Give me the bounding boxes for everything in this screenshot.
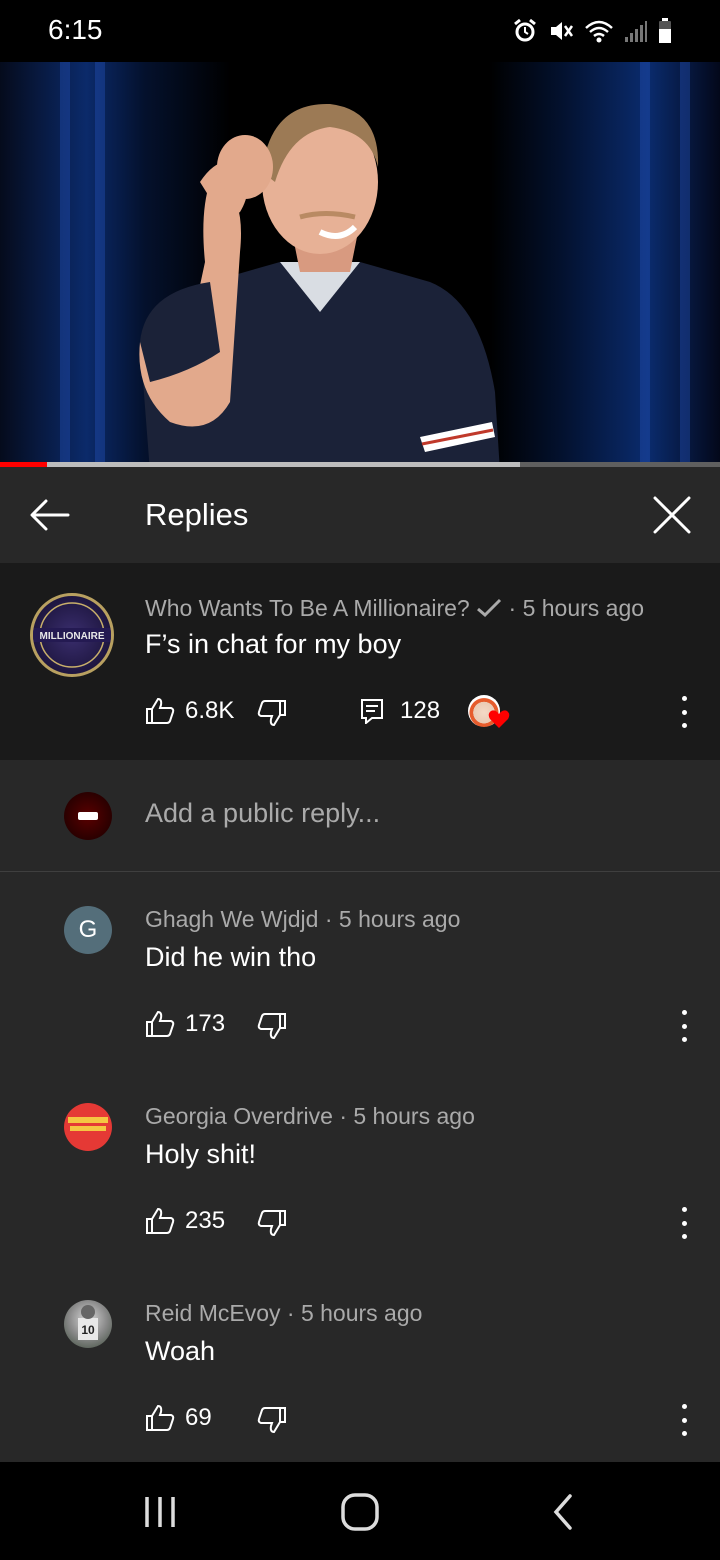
thumb-down-icon[interactable] xyxy=(257,1406,287,1434)
reply-input-row[interactable]: Add a public reply... xyxy=(0,760,720,872)
more-options-button[interactable] xyxy=(676,696,692,728)
reply-item: Georgia Overdrive · 5 hours ago Holy shi… xyxy=(0,1069,720,1266)
like-button[interactable]: 235 xyxy=(145,1207,225,1235)
reply-input[interactable]: Add a public reply... xyxy=(145,798,380,829)
thumb-down-icon[interactable] xyxy=(257,1209,287,1237)
svg-text:10: 10 xyxy=(81,1323,95,1337)
more-options-button[interactable] xyxy=(676,1207,692,1239)
georgia-overdrive-logo-icon xyxy=(68,1117,108,1131)
comment-time: 5 hours ago xyxy=(522,595,645,621)
reply-time: 5 hours ago xyxy=(338,906,461,932)
recent-apps-icon[interactable] xyxy=(142,1494,178,1530)
home-icon[interactable] xyxy=(340,1492,380,1532)
reply-author[interactable]: Georgia Overdrive xyxy=(145,1103,333,1129)
reply-meta: Reid McEvoy · 5 hours ago xyxy=(145,1300,423,1326)
reply-author[interactable]: Ghagh We Wjdjd xyxy=(145,906,318,932)
battery-icon xyxy=(659,18,671,43)
like-count: 235 xyxy=(185,1207,226,1234)
replies-count-button[interactable]: 128 xyxy=(360,697,440,725)
like-count: 173 xyxy=(185,1010,226,1037)
thumb-up-icon xyxy=(146,697,175,724)
reply-item: G Ghagh We Wjdjd · 5 hours ago Did he wi… xyxy=(0,872,720,1069)
like-count: 6.8K xyxy=(185,697,235,724)
page-title: Replies xyxy=(145,497,249,532)
thumb-down-icon[interactable] xyxy=(257,1012,287,1040)
avatar[interactable]: MILLIONAIRE xyxy=(30,593,114,677)
more-options-button[interactable] xyxy=(676,1010,692,1042)
thumb-up-icon xyxy=(146,1404,175,1431)
avatar-letter: G xyxy=(78,916,98,943)
parent-comment: MILLIONAIRE Who Wants To Be A Millionair… xyxy=(0,563,720,760)
verified-check-icon xyxy=(477,598,502,618)
creator-heart xyxy=(468,695,512,731)
replies-count: 128 xyxy=(400,697,441,724)
avatar[interactable] xyxy=(64,1103,112,1151)
reply-text: Woah xyxy=(145,1336,216,1366)
navigation-bar xyxy=(0,1462,720,1560)
status-time: 6:15 xyxy=(48,14,103,45)
back-arrow-icon[interactable] xyxy=(28,495,72,535)
avatar[interactable]: G xyxy=(64,906,112,954)
user-avatar[interactable] xyxy=(64,792,112,840)
replies-panel: Replies MILLIONAIRE Who Wants To Be A Mi… xyxy=(0,467,720,1462)
reply-item: 10 Reid McEvoy · 5 hours ago Woah 69 xyxy=(0,1266,720,1463)
like-count: 69 xyxy=(185,1404,212,1431)
alarm-icon xyxy=(514,18,536,42)
reply-meta: Ghagh We Wjdjd · 5 hours ago xyxy=(145,906,461,932)
reply-time: 5 hours ago xyxy=(300,1300,423,1326)
avatar[interactable]: 10 xyxy=(64,1300,112,1348)
like-button[interactable]: 69 xyxy=(145,1404,212,1432)
heart-icon xyxy=(488,710,510,728)
avatar-logo-text: MILLIONAIRE xyxy=(40,631,105,642)
comment-icon xyxy=(361,699,383,724)
reply-text: Did he win tho xyxy=(145,942,317,972)
reply-time: 5 hours ago xyxy=(353,1103,475,1129)
status-icons xyxy=(512,18,672,44)
panel-header: Replies xyxy=(0,467,720,563)
reply-meta: Georgia Overdrive · 5 hours ago xyxy=(145,1103,475,1129)
football-player-photo-icon: 10 xyxy=(78,1305,98,1340)
wifi-icon xyxy=(585,20,613,43)
thumb-up-icon xyxy=(146,1207,175,1234)
comment-text: F’s in chat for my boy xyxy=(145,629,402,659)
comment-meta: Who Wants To Be A Millionaire? · 5 hours… xyxy=(145,595,645,621)
close-icon[interactable] xyxy=(652,495,692,535)
like-button[interactable]: 173 xyxy=(145,1010,225,1038)
video-player[interactable] xyxy=(0,62,720,466)
back-icon[interactable] xyxy=(548,1492,578,1532)
user-avatar-mark xyxy=(78,812,98,820)
more-options-button[interactable] xyxy=(676,1404,692,1436)
mute-icon xyxy=(551,22,574,40)
video-frame-person xyxy=(139,103,500,466)
thumb-up-icon xyxy=(146,1010,175,1037)
like-button[interactable]: 6.8K xyxy=(145,697,234,725)
comment-author[interactable]: Who Wants To Be A Millionaire? xyxy=(145,595,470,621)
reply-text: Holy shit! xyxy=(145,1139,257,1169)
signal-icon xyxy=(625,21,647,42)
status-bar: 6:15 xyxy=(0,0,720,62)
millionaire-logo-icon: MILLIONAIRE xyxy=(33,602,111,668)
reply-author[interactable]: Reid McEvoy xyxy=(145,1300,280,1326)
thumb-down-icon[interactable] xyxy=(257,699,287,727)
